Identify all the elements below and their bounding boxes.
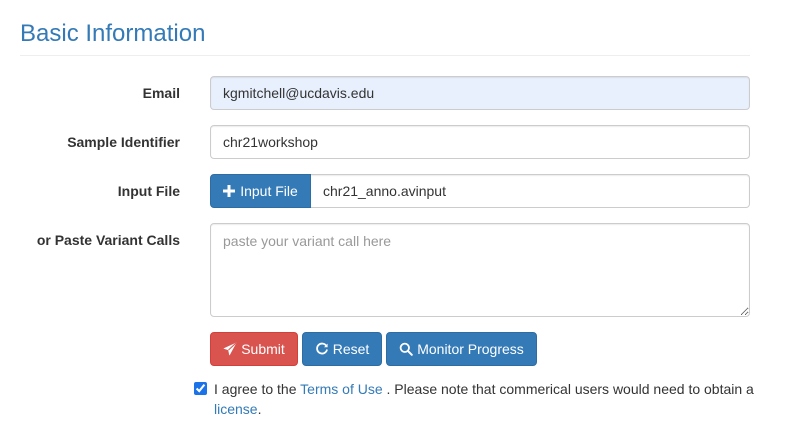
section-title: Basic Information [20, 20, 206, 47]
terms-of-use-link[interactable]: Terms of Use [300, 381, 382, 397]
sample-identifier-field[interactable] [210, 125, 750, 159]
agree-checkbox[interactable] [194, 382, 207, 395]
plus-icon [223, 185, 236, 197]
reset-button[interactable]: Reset [302, 332, 382, 366]
variant-calls-textarea[interactable] [210, 223, 750, 317]
input-file-group: Input File [210, 174, 750, 208]
reset-button-label: Reset [332, 341, 370, 357]
section-divider [20, 55, 750, 56]
refresh-icon [315, 342, 329, 356]
input-file-button-label: Input File [240, 183, 298, 199]
search-icon [399, 342, 414, 356]
sample-identifier-label: Sample Identifier [67, 134, 180, 150]
input-file-label: Input File [117, 183, 180, 199]
monitor-progress-button[interactable]: Monitor Progress [386, 332, 537, 366]
paper-plane-icon [223, 342, 237, 356]
monitor-progress-button-label: Monitor Progress [417, 341, 524, 357]
submit-button[interactable]: Submit [210, 332, 298, 366]
license-line: license. [214, 399, 261, 419]
agreement-prefix: I agree to the [214, 381, 297, 397]
input-file-name-field[interactable] [311, 174, 750, 208]
email-label: Email [142, 85, 180, 101]
agreement-suffix: . [257, 401, 262, 417]
agreement-text: I agree to the Terms of Use . Please not… [214, 379, 774, 399]
paste-variant-calls-label: or Paste Variant Calls [36, 232, 180, 248]
agreement-middle: . Please note that commerical users woul… [386, 381, 754, 397]
license-link[interactable]: license [214, 401, 258, 417]
email-field[interactable] [210, 76, 750, 110]
submit-button-label: Submit [241, 341, 285, 357]
input-file-button[interactable]: Input File [210, 174, 311, 208]
